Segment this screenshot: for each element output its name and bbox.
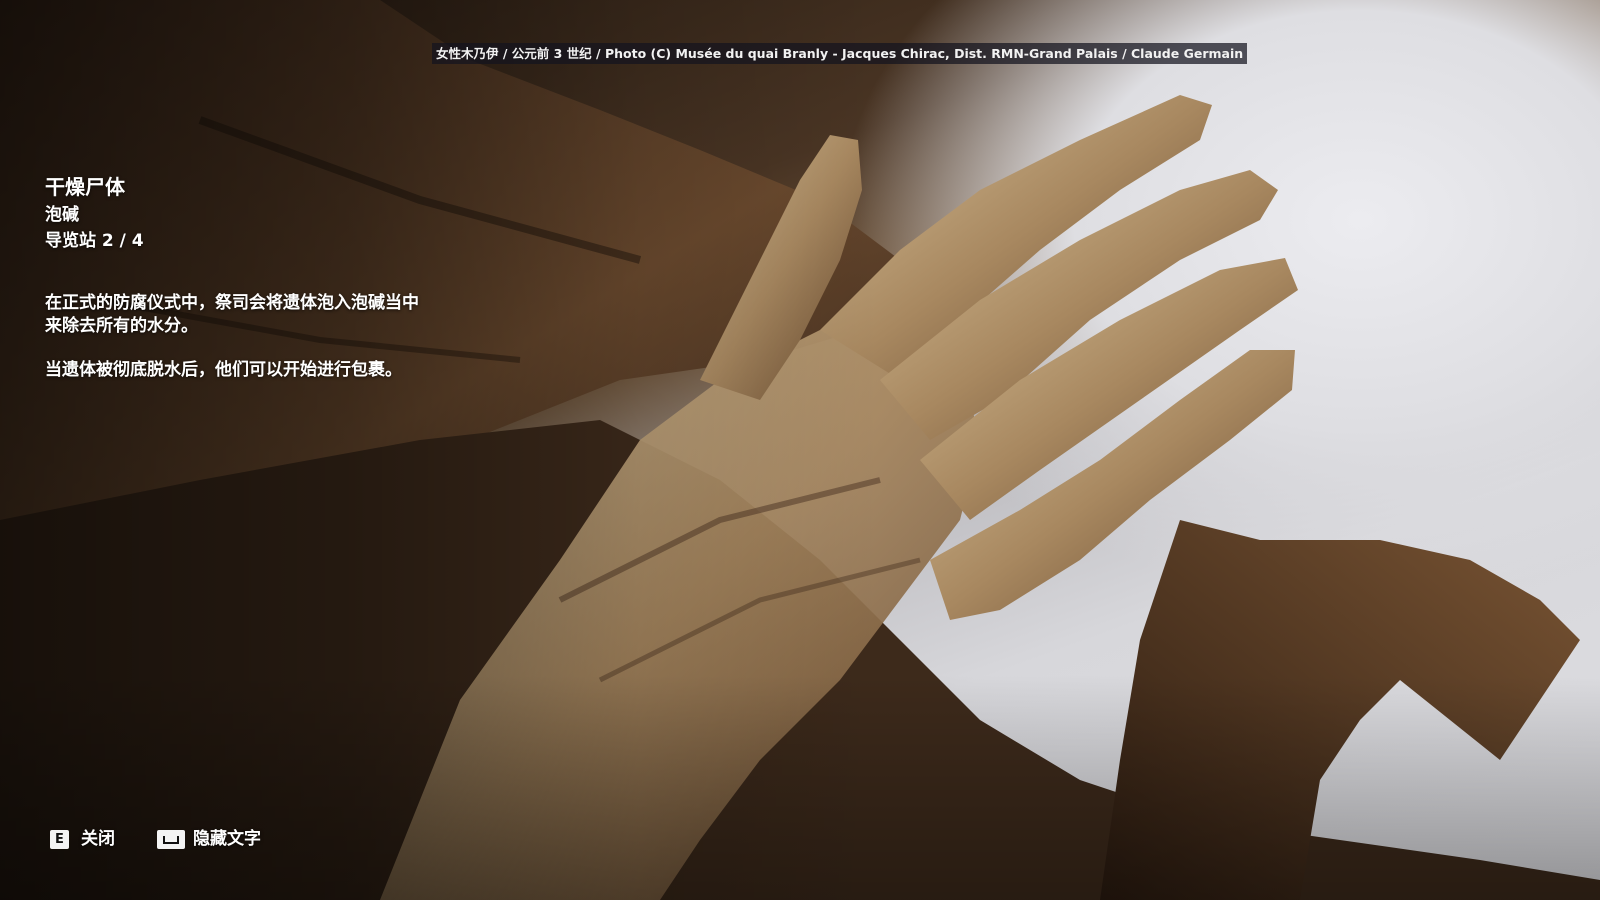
close-label: 关闭	[81, 829, 115, 849]
description-paragraph: 在正式的防腐仪式中，祭司会将遗体泡入泡碱当中 来除去所有的水分。	[45, 293, 419, 336]
hide-text-label: 隐藏文字	[193, 829, 261, 849]
spacebar-icon	[157, 829, 185, 849]
photo-credit-caption: 女性木乃伊 / 公元前 3 世纪 / Photo (C) Musée du qu…	[432, 43, 1248, 64]
control-prompts: E 关闭 隐藏文字	[50, 828, 303, 850]
info-panel: 干燥尸体 泡碱 导览站 2 / 4 在正式的防腐仪式中，祭司会将遗体泡入泡碱当中…	[45, 172, 485, 403]
description-paragraph: 当遗体被彻底脱水后，他们可以开始进行包裹。	[45, 360, 402, 380]
hide-text-button[interactable]: 隐藏文字	[157, 828, 261, 850]
tour-station-counter: 导览站 2 / 4	[45, 231, 144, 251]
e-key-icon: E	[50, 829, 69, 849]
close-button[interactable]: E 关闭	[50, 828, 115, 850]
readability-vignette	[0, 0, 1600, 900]
discovery-tour-viewer: 女性木乃伊 / 公元前 3 世纪 / Photo (C) Musée du qu…	[0, 0, 1600, 900]
description-body: 在正式的防腐仪式中，祭司会将遗体泡入泡碱当中 来除去所有的水分。 当遗体被彻底脱…	[45, 292, 485, 382]
entry-title: 干燥尸体	[45, 175, 125, 199]
entry-subtitle: 泡碱	[45, 205, 79, 225]
